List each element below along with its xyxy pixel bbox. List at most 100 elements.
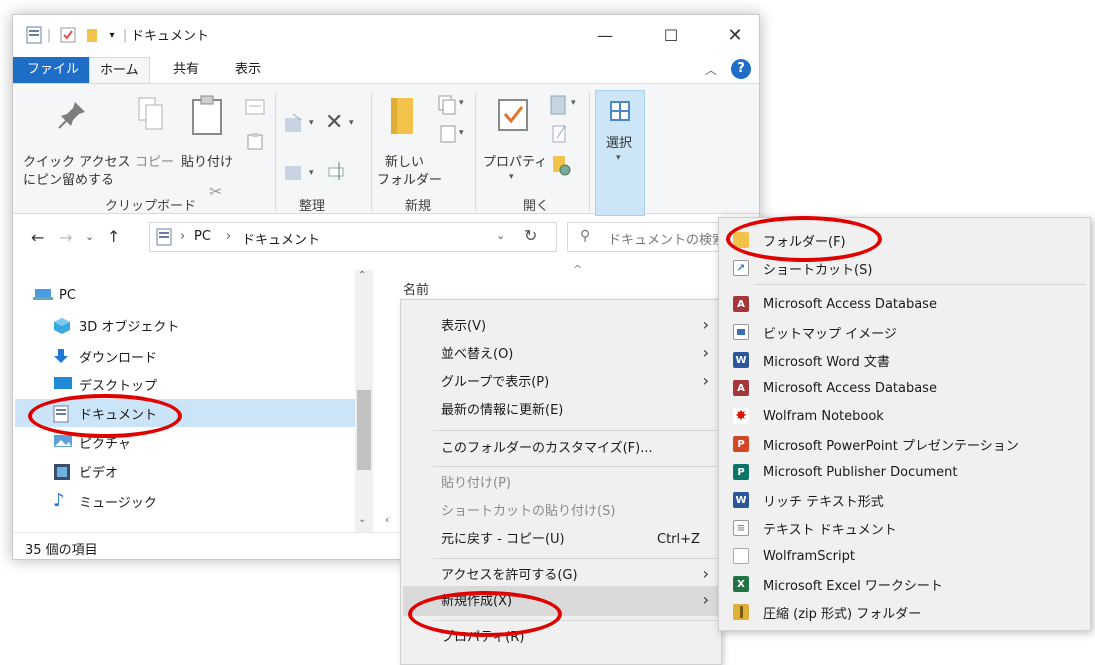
nav-item-videos[interactable]: ビデオ [53,457,118,485]
nav-item-downloads[interactable]: ダウンロード [53,342,157,370]
submenu-item-powerpoint[interactable]: P Microsoft PowerPoint プレゼンテーション [719,430,1090,458]
scissors-icon[interactable]: ✂ [209,182,222,201]
history-icon[interactable] [551,154,571,180]
nav-scrollbar[interactable]: ⌃ ⌄ [355,270,373,532]
undo-shortcut: Ctrl+Z [657,532,700,547]
menu-item-sort[interactable]: 並べ替え(O) [441,341,513,369]
scroll-up-icon[interactable]: ⌃ [358,270,366,281]
column-header-name[interactable]: 名前 [403,279,429,298]
edit-icon[interactable] [551,124,569,148]
breadcrumb-chevron-icon[interactable]: › [180,229,185,244]
cut-path-icon[interactable] [245,98,265,122]
video-icon [53,463,73,480]
pin-icon[interactable] [57,98,89,134]
chevron-up-icon[interactable]: ︿ [705,61,717,78]
minimize-icon[interactable]: — [583,21,627,49]
chevron-down-icon[interactable]: ▾ [309,168,314,178]
submenu-item-wolfram-notebook[interactable]: ✸ Wolfram Notebook [719,402,1090,430]
explorer-app-icon[interactable] [25,25,43,45]
chevron-down-icon[interactable]: ▾ [459,98,464,108]
maximize-icon[interactable]: ☐ [649,21,693,49]
submenu-label: Microsoft Access Database [763,380,937,396]
nav-label: PC [59,287,76,303]
refresh-icon[interactable]: ↻ [524,226,537,245]
menu-item-refresh[interactable]: 最新の情報に更新(E) [441,397,563,425]
forward-arrow-icon[interactable]: → [59,228,72,247]
tab-file[interactable]: ファイル [13,57,94,83]
menu-item-new[interactable]: 新規作成(X) [441,588,512,616]
paste-icon[interactable] [191,94,223,140]
menu-item-group[interactable]: グループで表示(P) [441,369,549,397]
new-folder-icon[interactable] [389,96,415,140]
up-arrow-icon[interactable]: ↑ [107,227,120,246]
scroll-left-icon[interactable]: ‹ [385,513,389,526]
properties-icon[interactable] [497,98,529,136]
chevron-down-icon[interactable]: ▾ [571,98,576,108]
submenu-item-excel[interactable]: X Microsoft Excel ワークシート [719,570,1090,598]
submenu-item-shortcut[interactable]: ↗ ショートカット(S) [719,254,1090,282]
help-icon[interactable]: ? [731,59,751,79]
nav-item-music[interactable]: ♪ ミュージック [53,487,157,515]
search-input[interactable]: ドキュメントの検索 [608,229,725,248]
select-button[interactable]: 選択 ▾ [595,90,645,216]
zip-folder-icon [733,604,749,620]
nav-item-documents[interactable]: ドキュメント [53,399,157,427]
breadcrumb-pc[interactable]: PC [194,229,211,244]
close-icon[interactable]: ✕ [713,21,757,49]
tab-share[interactable]: 共有 [163,57,209,83]
chevron-down-icon[interactable]: ▾ [349,118,354,128]
open-icon[interactable] [549,94,569,120]
recent-dropdown-icon[interactable]: ⌄ [85,230,94,243]
window-title: ドキュメント [131,29,210,44]
submenu-item-bitmap[interactable]: ビットマップ イメージ [719,318,1090,346]
menu-item-properties[interactable]: プロパティ(R) [441,624,524,652]
submenu-item-access-db-2[interactable]: A Microsoft Access Database [719,374,1090,402]
breadcrumb-documents[interactable]: ドキュメント [242,229,320,248]
menu-separator [433,558,717,559]
address-dropdown-icon[interactable]: ⌄ [496,229,505,242]
paste-shortcut-icon[interactable] [247,132,263,154]
tab-home[interactable]: ホーム [89,57,150,83]
nav-item-3d-objects[interactable]: 3D オブジェクト [53,311,179,339]
new-item-icon[interactable] [437,94,457,120]
submenu-item-zip-folder[interactable]: 圧縮 (zip 形式) フォルダー [719,598,1090,626]
scroll-thumb[interactable] [357,390,371,470]
submenu-item-publisher[interactable]: P Microsoft Publisher Document [719,458,1090,486]
submenu-item-word[interactable]: W Microsoft Word 文書 [719,346,1090,374]
move-to-icon[interactable] [283,112,305,138]
group-label-clipboard: クリップボード [105,199,197,214]
new-folder-quick-icon[interactable] [83,25,101,45]
back-arrow-icon[interactable]: ← [31,228,44,247]
chevron-down-icon[interactable]: ▾ [459,128,464,138]
submenu-label: WolframScript [763,548,855,564]
menu-item-view[interactable]: 表示(V) [441,313,486,341]
rename-icon[interactable] [327,160,347,186]
copy-to-icon[interactable] [283,162,305,188]
delete-icon[interactable]: ✕ [325,112,343,134]
scroll-down-icon[interactable]: ⌄ [358,514,366,525]
submenu-item-rtf[interactable]: W リッチ テキスト形式 [719,486,1090,514]
pin-label: クイック アクセス [23,155,131,170]
download-arrow-icon [53,348,73,364]
submenu-item-folder[interactable]: フォルダー(F) [719,226,1090,254]
menu-item-undo[interactable]: 元に戻す - コピー(U) [441,526,565,554]
quick-access-dropdown-icon[interactable]: ▾ [105,25,119,45]
breadcrumb-chevron-icon[interactable]: › [226,229,231,244]
easy-access-icon[interactable] [439,124,457,148]
nav-label: デスクトップ [79,378,158,394]
submenu-item-text-document[interactable]: ≡ テキスト ドキュメント [719,514,1090,542]
submenu-item-wolframscript[interactable]: WolframScript [719,542,1090,570]
chevron-down-icon[interactable]: ▾ [509,172,514,182]
menu-item-customize[interactable]: このフォルダーのカスタマイズ(F)... [441,435,653,463]
chevron-down-icon[interactable]: ▾ [309,118,314,128]
address-bar[interactable]: › PC › ドキュメント ⌄ ↻ [149,222,557,252]
tab-view[interactable]: 表示 [225,57,271,83]
copy-icon[interactable] [137,96,165,136]
ribbon-tabs: ファイル ホーム 共有 表示 ︿ ? [13,55,759,83]
nav-item-desktop[interactable]: デスクトップ [53,370,157,398]
nav-item-pictures[interactable]: ピクチャ [53,428,131,456]
nav-item-pc[interactable]: PC [33,281,76,309]
properties-quick-icon[interactable] [59,25,77,45]
submenu-item-access-db[interactable]: A Microsoft Access Database [719,290,1090,318]
chevron-down-icon: ▾ [616,153,621,163]
